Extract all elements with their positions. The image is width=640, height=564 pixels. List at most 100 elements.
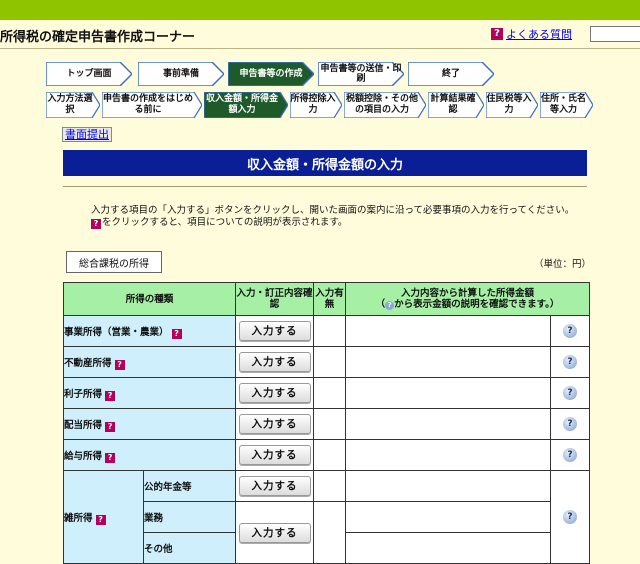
- amount-cell: [345, 408, 552, 440]
- has-input-cell: [313, 439, 347, 471]
- header-calculated-line2: から表示金額の説明を確認できます。）: [394, 299, 560, 310]
- help-icon: ?: [385, 301, 395, 310]
- amount-cell: [345, 532, 552, 564]
- help-icon[interactable]: ?: [563, 510, 578, 524]
- substep-address[interactable]: 住所・氏名等入力: [540, 92, 593, 118]
- input-button[interactable]: 入力する: [238, 414, 311, 434]
- amount-cell: [345, 501, 552, 533]
- row-label: 事業所得（営業・農業）: [64, 326, 169, 338]
- substep-label: 所得控除入力: [290, 94, 336, 115]
- top-stripe: [0, 0, 640, 20]
- table-row: 不動産所得? 入力する ?: [62, 346, 591, 378]
- income-table: 所得の種類 入力・訂正内容確認 入力有無 入力内容から計算した所得金額 （? から…: [62, 282, 591, 564]
- question-icon[interactable]: ?: [105, 421, 116, 432]
- substep-deduction[interactable]: 所得控除入力: [290, 92, 342, 118]
- site-title: 所得税の確定申告書作成コーナー: [0, 30, 196, 45]
- step-label: 申告書等の送信・印刷: [320, 64, 402, 84]
- income-type-dividend: 配当所得?: [62, 408, 237, 440]
- header-type: 所得の種類: [62, 282, 237, 316]
- input-button[interactable]: 入力する: [238, 445, 311, 465]
- help-icon[interactable]: ?: [563, 448, 578, 462]
- input-button[interactable]: 入力する: [238, 476, 311, 496]
- table-row: 雑所得? 公的年金等 入力する ?: [63, 470, 591, 564]
- has-input-cell: [313, 408, 347, 440]
- substep-label: 住民税等入力: [486, 94, 532, 115]
- help-icon[interactable]: ?: [563, 386, 578, 400]
- sub-steps: 入力方法選択 申告書の作成をはじめる前に 収入金額・所得金額入力 所得控除入力 …: [46, 92, 593, 118]
- help-icon[interactable]: ?: [563, 417, 578, 431]
- step-label: 事前準備: [162, 69, 199, 79]
- step-label: 申告書等の作成: [239, 69, 303, 79]
- misc-sub-other: その他: [142, 532, 237, 564]
- has-input-cell: [313, 346, 347, 378]
- table-row: 事業所得（営業・農業）? 入力する ?: [62, 315, 591, 347]
- row-label: 給与所得: [64, 450, 103, 462]
- amount-cell: [345, 315, 552, 347]
- substep-label: 申告書の作成をはじめる前に: [102, 94, 193, 115]
- row-label: 雑所得: [64, 512, 93, 524]
- income-type-business: 事業所得（営業・農業）?: [62, 315, 237, 347]
- row-label: 利子所得: [64, 388, 103, 400]
- has-input-cell: [313, 377, 347, 409]
- misc-sub-pension: 公的年金等: [142, 470, 237, 502]
- unit-label: （単位：円）: [534, 259, 592, 270]
- input-button[interactable]: 入力する: [238, 352, 311, 372]
- question-icon[interactable]: ?: [95, 514, 106, 525]
- substep-label: 入力方法選択: [47, 94, 93, 115]
- question-icon[interactable]: ?: [105, 452, 116, 463]
- faq-label: よくある質問: [506, 28, 572, 41]
- step-top[interactable]: トップ画面: [46, 62, 132, 86]
- substep-result[interactable]: 計算結果確認: [428, 92, 484, 118]
- instructions: 入力する項目の「入力する」ボタンをクリックし、開いた画面の案内に沿って必要事項の…: [91, 205, 574, 229]
- substep-input-method[interactable]: 入力方法選択: [46, 92, 100, 118]
- step-preparation[interactable]: 事前準備: [138, 62, 224, 86]
- help-icon[interactable]: ?: [563, 355, 578, 369]
- help-icon[interactable]: ?: [563, 324, 578, 338]
- amount-cell: [345, 377, 552, 409]
- table-row: 利子所得? 入力する ?: [62, 377, 591, 409]
- step-label: 終了: [441, 69, 460, 79]
- substep-label: 計算結果確認: [430, 94, 476, 115]
- income-type-real-estate: 不動産所得?: [62, 346, 237, 378]
- step-end[interactable]: 終了: [408, 62, 494, 86]
- substep-before-start[interactable]: 申告書の作成をはじめる前に: [102, 92, 202, 118]
- substep-label: 住所・氏名等入力: [540, 94, 586, 115]
- substep-label: 収入金額・所得金額入力: [205, 94, 278, 115]
- header-paren: （: [375, 299, 386, 310]
- input-button[interactable]: 入力する: [238, 321, 311, 341]
- header-calculated-line1: 入力内容から計算した所得金額: [401, 288, 535, 299]
- header: 所得税の確定申告書作成コーナー ? よくある質問: [0, 20, 640, 49]
- input-button[interactable]: 入力する: [238, 383, 311, 403]
- step-label: トップ画面: [66, 69, 112, 79]
- has-input-cell: [313, 470, 347, 502]
- paper-submit-button[interactable]: 書面提出: [62, 127, 112, 142]
- substep-label: 税額控除・その他の項目の入力: [345, 94, 418, 115]
- row-label: 配当所得: [64, 419, 103, 431]
- input-button[interactable]: 入力する: [238, 522, 311, 543]
- step-send-print[interactable]: 申告書等の送信・印刷: [318, 62, 404, 86]
- income-type-salary: 給与所得?: [62, 439, 237, 471]
- divider: [63, 186, 587, 187]
- faq-link[interactable]: ? よくある質問: [491, 26, 572, 42]
- amount-cell: [345, 470, 552, 502]
- step-create: 申告書等の作成: [228, 62, 314, 86]
- search-input[interactable]: [590, 26, 640, 42]
- question-icon[interactable]: ?: [105, 390, 116, 401]
- section-label: 総合課税の所得: [66, 251, 162, 273]
- instruction-line: をクリックすると、項目についての説明が表示されます。: [102, 217, 348, 228]
- substep-resident-tax[interactable]: 住民税等入力: [486, 92, 538, 118]
- substep-tax-credit[interactable]: 税額控除・その他の項目の入力: [344, 92, 426, 118]
- substep-income-input: 収入金額・所得金額入力: [204, 92, 288, 118]
- question-icon: ?: [491, 28, 503, 40]
- question-icon[interactable]: ?: [114, 359, 125, 370]
- header-has-input: 入力有無: [313, 282, 347, 316]
- income-type-interest: 利子所得?: [62, 377, 237, 409]
- header-input: 入力・訂正内容確認: [235, 282, 315, 316]
- question-icon[interactable]: ?: [171, 328, 182, 339]
- instruction-line: 入力する項目の「入力する」ボタンをクリックし、開いた画面の案内に沿って必要事項の…: [91, 205, 575, 216]
- progress-steps: トップ画面 事前準備 申告書等の作成 申告書等の送信・印刷 終了: [46, 62, 506, 86]
- has-input-cell: [313, 501, 347, 564]
- amount-cell: [345, 439, 552, 471]
- row-label: 不動産所得: [64, 357, 112, 369]
- question-icon: ?: [91, 219, 101, 229]
